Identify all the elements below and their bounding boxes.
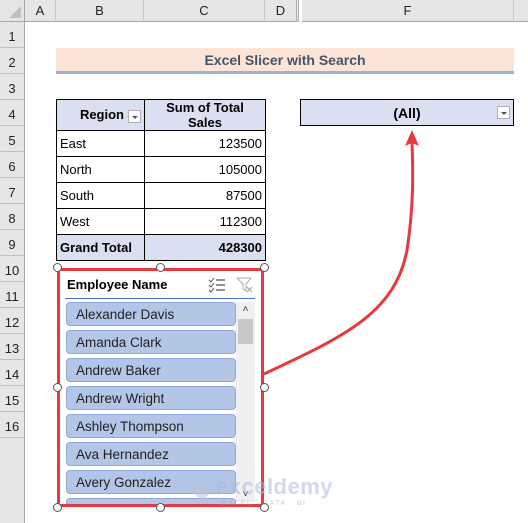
- slicer-title: Employee Name: [67, 277, 168, 292]
- resize-handle-top-left[interactable]: [53, 263, 62, 272]
- multi-select-icon[interactable]: [207, 276, 227, 294]
- slicer-scrollbar[interactable]: ˄ ˅: [236, 302, 255, 502]
- scroll-down-icon[interactable]: ˅: [236, 487, 255, 502]
- slicer-item[interactable]: Ashley Thompson: [66, 414, 236, 438]
- resize-handle-left[interactable]: [53, 383, 62, 392]
- slicer-item[interactable]: Avery Gonzalez: [66, 470, 236, 494]
- resize-handle-top[interactable]: [156, 263, 165, 272]
- slicer-item-list: Alexander Davis Amanda Clark Andrew Bake…: [66, 302, 236, 504]
- resize-handle-bottom-right[interactable]: [260, 503, 269, 512]
- slicer-header: Employee Name: [65, 271, 255, 299]
- resize-handle-top-right[interactable]: [260, 263, 269, 272]
- resize-handle-bottom[interactable]: [156, 503, 165, 512]
- scroll-up-icon[interactable]: ˄: [236, 302, 255, 317]
- slicer-item[interactable]: Andrew Wright: [66, 386, 236, 410]
- slicer-item[interactable]: Amanda Clark: [66, 330, 236, 354]
- employee-name-slicer[interactable]: Employee Name Alexander Davis Amanda Cla…: [57, 268, 264, 507]
- slicer-item-partial[interactable]: [66, 498, 236, 504]
- clear-filter-icon[interactable]: [235, 276, 255, 294]
- slicer-item[interactable]: Alexander Davis: [66, 302, 236, 326]
- resize-handle-right[interactable]: [260, 383, 269, 392]
- arrow-path: [263, 141, 415, 376]
- resize-handle-bottom-left[interactable]: [53, 503, 62, 512]
- scrollbar-thumb[interactable]: [238, 319, 253, 344]
- slicer-item[interactable]: Ava Hernandez: [66, 442, 236, 466]
- slicer-item[interactable]: Andrew Baker: [66, 358, 236, 382]
